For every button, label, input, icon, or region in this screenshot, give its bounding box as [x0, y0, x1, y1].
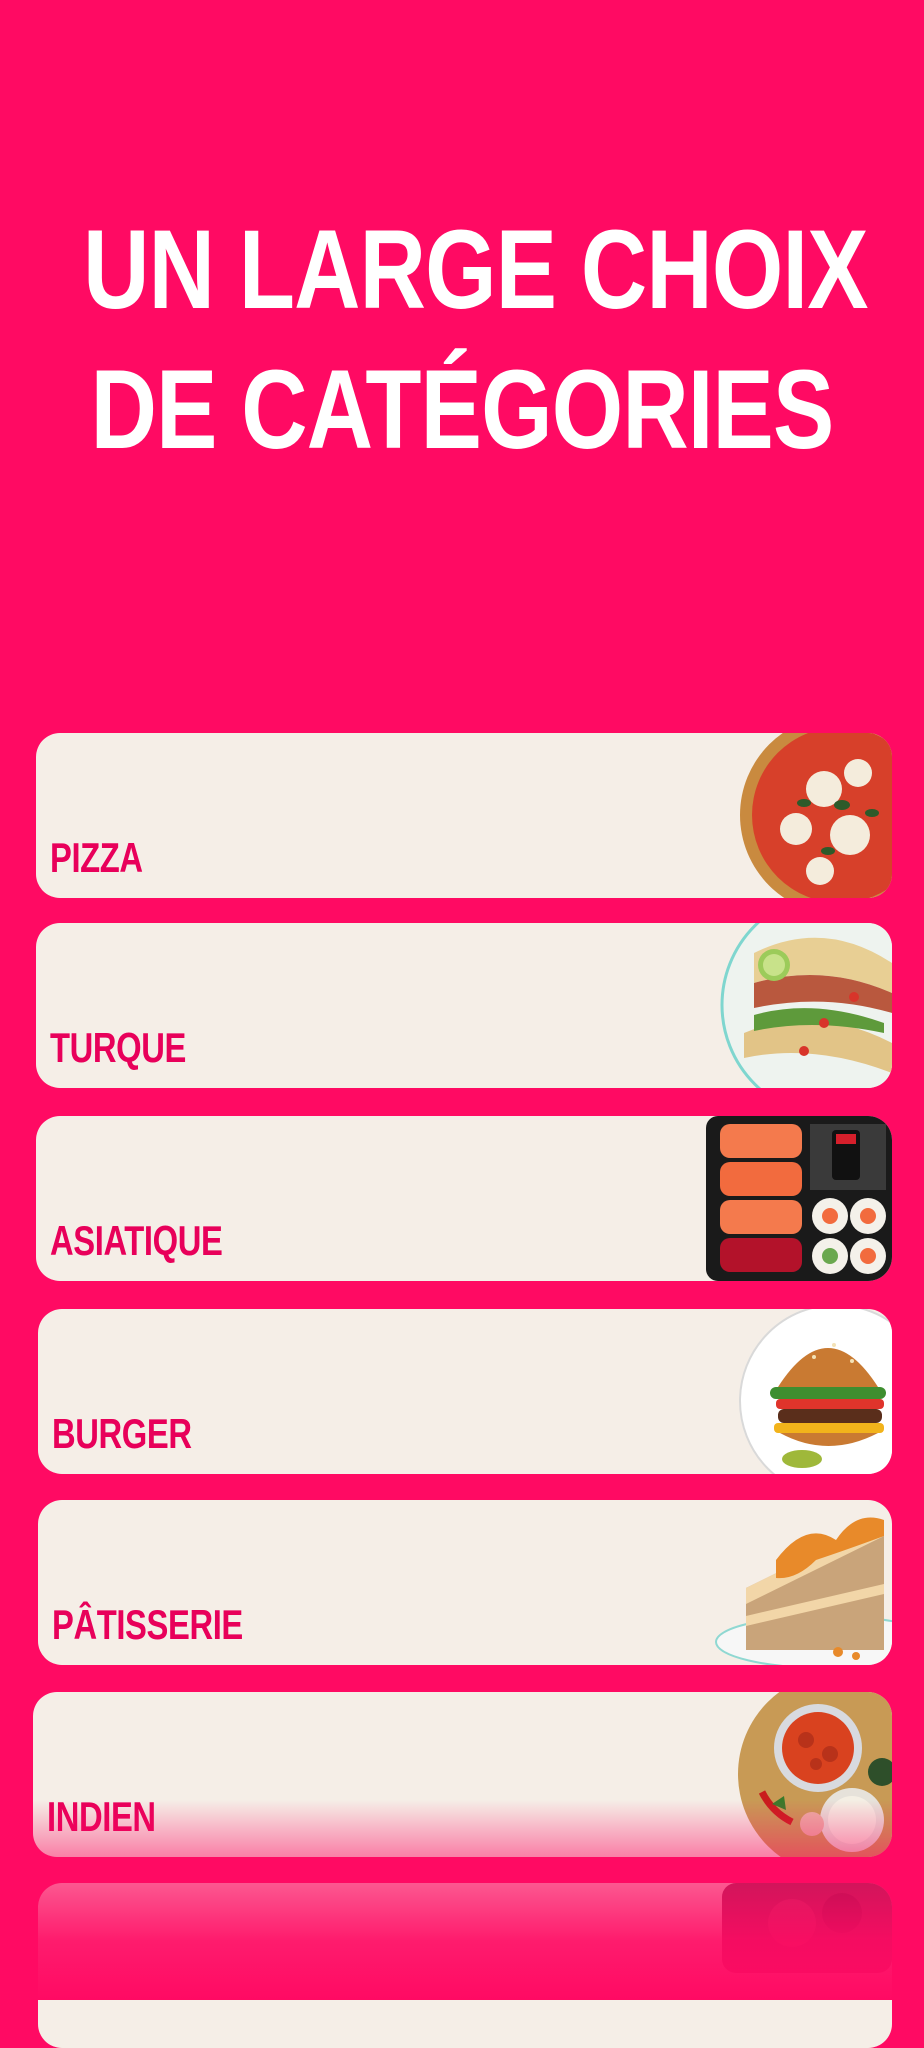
category-card-burger[interactable]: BURGER [38, 1309, 892, 1474]
category-label: ASIATIQUE [50, 1217, 223, 1264]
curry-image [732, 1692, 892, 1857]
category-label: BURGER [52, 1410, 192, 1457]
burger-image [728, 1309, 892, 1474]
headline: UN LARGE CHOIX DE CATÉGORIES [0, 200, 924, 480]
category-card-asiatique[interactable]: ASIATIQUE [36, 1116, 892, 1281]
category-label: PIZZA [50, 834, 143, 881]
category-card-turque[interactable]: TURQUE [36, 923, 892, 1088]
category-card-indien[interactable]: INDIEN [33, 1692, 892, 1857]
category-card-patisserie[interactable]: PÂTISSERIE [38, 1500, 892, 1665]
tacos-image [714, 923, 892, 1088]
category-label: INDIEN [47, 1793, 156, 1840]
category-card-next[interactable] [38, 1883, 892, 2048]
category-card-pizza[interactable]: PIZZA [36, 733, 892, 898]
food-image [712, 1883, 892, 2048]
category-label: TURQUE [50, 1024, 186, 1071]
category-label: PÂTISSERIE [52, 1601, 243, 1648]
pizza-image [732, 733, 892, 898]
cake-image [706, 1500, 892, 1665]
headline-line-1: UN LARGE CHOIX [83, 207, 868, 332]
sushi-image [706, 1116, 892, 1281]
headline-line-2: DE CATÉGORIES [90, 347, 835, 472]
